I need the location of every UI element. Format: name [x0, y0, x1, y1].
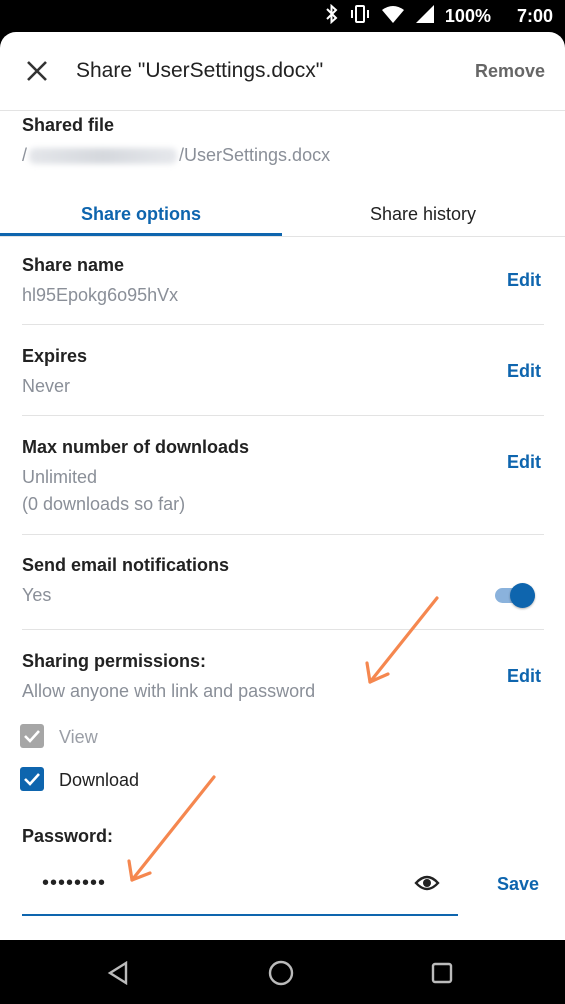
- shared-file-name: /UserSettings.docx: [179, 145, 331, 165]
- status-bar: 100% 7:00: [0, 0, 565, 32]
- tab-share-options[interactable]: Share options: [0, 192, 282, 236]
- view-checkbox[interactable]: [20, 724, 44, 748]
- signal-icon: [415, 4, 435, 29]
- vibrate-icon: [349, 4, 371, 29]
- remove-button[interactable]: Remove: [475, 61, 545, 82]
- show-password-button[interactable]: [414, 872, 440, 894]
- clock: 7:00: [516, 5, 553, 26]
- expires-value: Never: [22, 376, 71, 396]
- sharing-permissions-label: Sharing permissions:: [22, 651, 207, 671]
- back-button[interactable]: [106, 960, 130, 990]
- shared-file-path: / /UserSettings.docx: [22, 145, 330, 166]
- divider: [22, 629, 544, 630]
- password-label: Password:: [22, 826, 114, 846]
- home-button[interactable]: [268, 960, 294, 991]
- shared-file-label: Shared file: [22, 115, 115, 135]
- checkmark-icon: [24, 773, 40, 786]
- redacted-folder: [29, 148, 178, 165]
- dialog-title: Share "UserSettings.docx": [76, 59, 324, 82]
- share-name-value: hl95Epokg6o95hVx: [22, 285, 179, 305]
- edit-share-name-button[interactable]: Edit: [507, 270, 541, 291]
- battery-level: 100%: [444, 5, 491, 26]
- tab-share-history[interactable]: Share history: [282, 192, 564, 236]
- edit-expires-button[interactable]: Edit: [507, 361, 541, 382]
- navigation-bar: [0, 940, 565, 1004]
- close-button[interactable]: [22, 56, 52, 86]
- sharing-permissions-value: Allow anyone with link and password: [22, 681, 316, 701]
- divider: [22, 324, 544, 325]
- recents-button[interactable]: [431, 962, 453, 989]
- expires-label: Expires: [22, 346, 88, 366]
- close-icon: [27, 61, 47, 81]
- max-downloads-label: Max number of downloads: [22, 437, 250, 457]
- max-downloads-value: Unlimited: [22, 467, 98, 487]
- email-notifications-label: Send email notifications: [22, 555, 230, 575]
- download-checkbox[interactable]: [20, 767, 44, 791]
- recents-square-icon: [431, 962, 453, 984]
- password-value: ••••••••: [42, 872, 107, 894]
- password-field[interactable]: ••••••••: [22, 862, 458, 916]
- dialog-header: Share "UserSettings.docx" Remove: [0, 32, 565, 111]
- email-notifications-toggle[interactable]: [493, 581, 537, 609]
- edit-sharing-permissions-button[interactable]: Edit: [507, 666, 541, 687]
- divider: [22, 534, 544, 535]
- home-circle-icon: [268, 960, 294, 986]
- downloads-count: (0 downloads so far): [22, 494, 186, 514]
- save-password-button[interactable]: Save: [497, 874, 539, 895]
- back-triangle-icon: [107, 960, 128, 986]
- shared-file-path-prefix: /: [22, 145, 28, 165]
- email-notifications-value: Yes: [22, 585, 52, 605]
- edit-max-downloads-button[interactable]: Edit: [507, 452, 541, 473]
- divider: [22, 415, 544, 416]
- tab-bar: Share options Share history: [0, 192, 565, 237]
- checkmark-icon: [24, 730, 40, 743]
- toggle-thumb: [510, 583, 535, 608]
- share-name-label: Share name: [22, 255, 125, 275]
- wifi-icon: [381, 4, 405, 29]
- download-checkbox-label: Download: [59, 770, 140, 790]
- active-tab-indicator: [0, 233, 282, 236]
- share-dialog: Share "UserSettings.docx" Remove Shared …: [0, 32, 565, 940]
- bluetooth-icon: [325, 3, 339, 29]
- eye-icon: [414, 875, 440, 891]
- view-checkbox-label: View: [59, 727, 98, 747]
